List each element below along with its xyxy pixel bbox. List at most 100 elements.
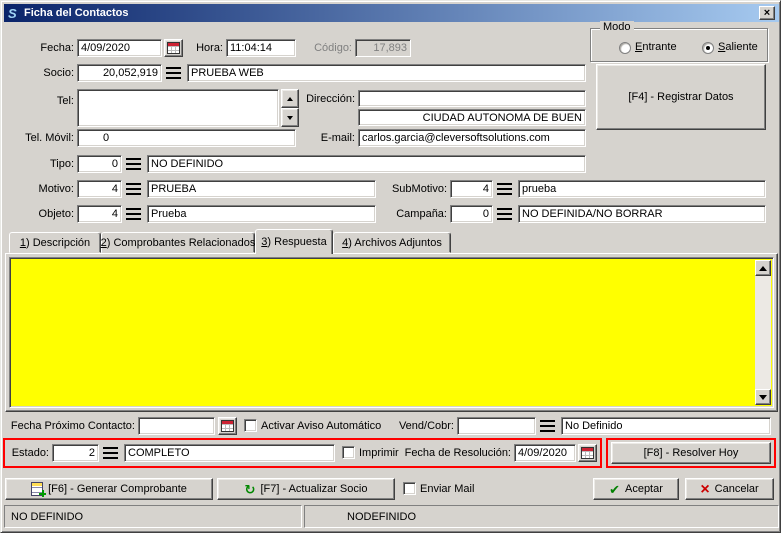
- tab-descripcion[interactable]: 1) Descripción: [9, 232, 101, 253]
- campana-label: Campaña:: [385, 208, 447, 221]
- hora-field[interactable]: 11:04:14: [226, 39, 296, 57]
- direccion-label: Dirección:: [300, 93, 355, 106]
- f6-generar-comprobante-button[interactable]: [F6] - Generar Comprobante: [5, 478, 213, 500]
- resolucion-field[interactable]: 4/09/2020: [514, 444, 576, 462]
- proximo-contacto-field[interactable]: [138, 417, 215, 435]
- dialog-window: S Ficha del Contactos × Fecha: 4/09/2020…: [0, 0, 781, 533]
- tab-archivos[interactable]: 4) Archivos Adjuntos: [333, 232, 451, 253]
- imprimir-checkbox[interactable]: [342, 446, 355, 459]
- codigo-label: Código:: [300, 42, 352, 55]
- up-arrow-icon: [287, 97, 293, 101]
- tipo-field[interactable]: 0: [77, 155, 122, 173]
- codigo-field: 17,893: [355, 39, 411, 57]
- email-field[interactable]: carlos.garcia@cleversoftsolutions.com: [358, 129, 586, 147]
- calendar-icon: [221, 420, 234, 432]
- objeto-list-icon[interactable]: [126, 208, 141, 220]
- scrollbar-up-button[interactable]: [755, 260, 771, 276]
- cancelar-button[interactable]: × Cancelar: [685, 478, 774, 500]
- submotivo-field[interactable]: 4: [450, 180, 493, 198]
- title-bar[interactable]: S Ficha del Contactos ×: [4, 4, 779, 22]
- tel-scroll-up-button[interactable]: [281, 89, 299, 108]
- campana-field[interactable]: 0: [450, 205, 493, 223]
- socio-field[interactable]: 20,052,919: [77, 64, 162, 82]
- estado-list-icon[interactable]: [103, 447, 118, 459]
- vend-list-icon[interactable]: [540, 420, 555, 432]
- f7-actualizar-socio-button[interactable]: ↻[F7] - Actualizar Socio: [217, 478, 395, 500]
- hora-label: Hora:: [191, 42, 223, 55]
- motivo-list-icon[interactable]: [126, 183, 141, 195]
- fecha-field[interactable]: 4/09/2020: [77, 39, 162, 57]
- proximo-contacto-label: Fecha Próximo Contacto:: [7, 420, 135, 433]
- objeto-desc-field[interactable]: Prueba: [147, 205, 376, 223]
- calendar-icon: [581, 447, 594, 459]
- direccion-ciudad-field[interactable]: CIUDAD AUTONOMA DE BUEN: [358, 109, 586, 126]
- radio-saliente[interactable]: [702, 42, 714, 54]
- motivo-field[interactable]: 4: [77, 180, 122, 198]
- app-logo-icon: S: [8, 6, 24, 21]
- check-icon: ✔: [609, 483, 620, 496]
- close-button[interactable]: ×: [759, 6, 775, 20]
- tipo-label: Tipo:: [19, 158, 74, 171]
- document-icon: [31, 482, 43, 496]
- enviar-mail-checkbox[interactable]: [403, 482, 416, 495]
- aviso-checkbox[interactable]: [244, 419, 257, 432]
- tab-comprobantes[interactable]: 2) Comprobantes Relacionados: [101, 232, 255, 253]
- respuesta-textarea[interactable]: [12, 260, 753, 405]
- entrante-rest: ntrante: [642, 41, 676, 53]
- vend-label: Vend/Cobr:: [395, 420, 454, 433]
- cross-icon: ×: [700, 483, 709, 496]
- socio-list-icon[interactable]: [166, 67, 181, 79]
- radio-dot: [706, 46, 710, 50]
- tab4-rest: ) Archivos Adjuntos: [348, 237, 442, 249]
- proximo-calendar-button[interactable]: [218, 417, 237, 435]
- radio-entrante-label: Entrante: [635, 41, 677, 54]
- tipo-list-icon[interactable]: [126, 158, 141, 170]
- tab-respuesta[interactable]: 3) Respuesta: [255, 229, 333, 254]
- campana-desc-field[interactable]: NO DEFINIDA/NO BORRAR: [518, 205, 766, 223]
- socio-nombre-field[interactable]: PRUEBA WEB: [187, 64, 586, 82]
- fecha-label: Fecha:: [19, 42, 74, 55]
- statusbar-left-text: NO DEFINIDO: [11, 511, 83, 523]
- tab1-rest: ) Descripción: [26, 237, 90, 249]
- motivo-desc-field[interactable]: PRUEBA: [147, 180, 376, 198]
- tab3-rest: ) Respuesta: [267, 236, 326, 248]
- f8-resolver-hoy-button[interactable]: [F8] - Resolver Hoy: [611, 442, 771, 464]
- socio-label: Socio:: [19, 67, 74, 80]
- estado-desc-field[interactable]: COMPLETO: [124, 444, 335, 462]
- saliente-rest: aliente: [725, 41, 757, 53]
- vend-desc-field[interactable]: No Definido: [561, 417, 771, 435]
- resolucion-label: Fecha de Resolución:: [403, 447, 511, 460]
- tipo-desc-field[interactable]: NO DEFINIDO: [147, 155, 586, 173]
- f6-label: [F6] - Generar Comprobante: [48, 483, 187, 495]
- tel-label: Tel:: [19, 95, 74, 108]
- close-icon: ×: [764, 8, 770, 18]
- modo-legend: Modo: [600, 21, 634, 34]
- aceptar-button[interactable]: ✔Aceptar: [593, 478, 679, 500]
- tel-scroll-down-button[interactable]: [281, 108, 299, 127]
- statusbar-right-text: NODEFINIDO: [347, 511, 416, 523]
- imprimir-label: Imprimir: [359, 447, 399, 460]
- direccion-field[interactable]: [358, 90, 586, 107]
- cancelar-label: Cancelar: [715, 483, 759, 495]
- motivo-label: Motivo:: [19, 183, 74, 196]
- enviar-mail-label: Enviar Mail: [420, 483, 474, 496]
- tel-movil-label: Tel. Móvil:: [7, 132, 74, 145]
- respuesta-scrollbar[interactable]: [755, 260, 771, 405]
- campana-list-icon[interactable]: [497, 208, 512, 220]
- f7-label: [F7] - Actualizar Socio: [260, 483, 367, 495]
- objeto-field[interactable]: 4: [77, 205, 122, 223]
- f4-registrar-datos-button[interactable]: [F4] - Registrar Datos: [596, 64, 766, 130]
- fecha-calendar-button[interactable]: [164, 39, 183, 57]
- submotivo-desc-field[interactable]: prueba: [518, 180, 766, 198]
- statusbar-left-panel: NO DEFINIDO: [4, 505, 302, 528]
- tel-field[interactable]: [77, 89, 279, 127]
- tel-movil-field[interactable]: 0: [77, 129, 296, 147]
- radio-entrante[interactable]: [619, 42, 631, 54]
- vend-field[interactable]: [457, 417, 536, 435]
- estado-field[interactable]: 2: [52, 444, 99, 462]
- tab2-rest: ) Comprobantes Relacionados: [107, 237, 256, 249]
- submotivo-list-icon[interactable]: [497, 183, 512, 195]
- resolucion-calendar-button[interactable]: [578, 444, 597, 462]
- f8-label: [F8] - Resolver Hoy: [644, 447, 739, 459]
- scrollbar-down-button[interactable]: [755, 389, 771, 405]
